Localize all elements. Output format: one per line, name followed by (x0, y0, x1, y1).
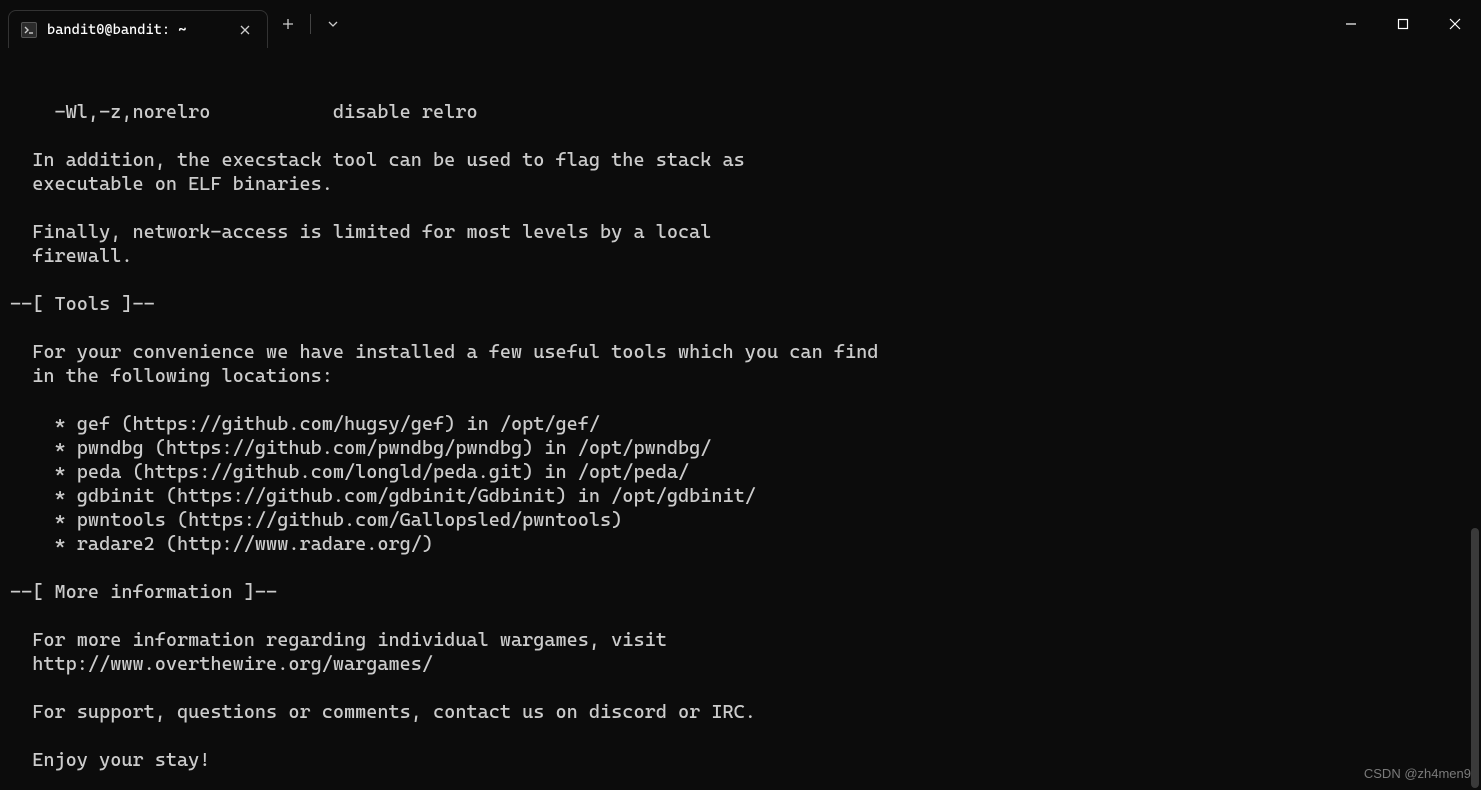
terminal-line: -Wl,-z,norelro disable relro (10, 100, 1471, 124)
new-tab-button[interactable] (268, 5, 308, 43)
terminal-line: * pwntools (https://github.com/Gallopsle… (10, 508, 1471, 532)
terminal-line: firewall. (10, 244, 1471, 268)
terminal-line (10, 124, 1471, 148)
terminal-line: For your convenience we have installed a… (10, 340, 1471, 364)
terminal-line: --[ More information ]-- (10, 580, 1471, 604)
terminal-output[interactable]: -Wl,-z,norelro disable relro In addition… (0, 48, 1481, 790)
terminal-line (10, 724, 1471, 748)
terminal-line (10, 772, 1471, 790)
terminal-line: in the following locations: (10, 364, 1471, 388)
terminal-line (10, 604, 1471, 628)
terminal-line (10, 676, 1471, 700)
terminal-line (10, 316, 1471, 340)
close-window-button[interactable] (1429, 4, 1481, 44)
tab-strip: bandit0@bandit: ~ (0, 0, 353, 48)
window-controls (1325, 0, 1481, 48)
minimize-button[interactable] (1325, 4, 1377, 44)
terminal-line (10, 268, 1471, 292)
terminal-line: * radare2 (http://www.radare.org/) (10, 532, 1471, 556)
tab-dropdown-button[interactable] (313, 5, 353, 43)
terminal-line: Enjoy your stay! (10, 748, 1471, 772)
tab-close-button[interactable] (235, 20, 255, 40)
tab-active[interactable]: bandit0@bandit: ~ (8, 10, 268, 48)
terminal-line: --[ Tools ]-- (10, 292, 1471, 316)
terminal-line (10, 196, 1471, 220)
terminal-line (10, 388, 1471, 412)
maximize-button[interactable] (1377, 4, 1429, 44)
terminal-line: http://www.overthewire.org/wargames/ (10, 652, 1471, 676)
terminal-icon (21, 22, 37, 38)
terminal-line (10, 556, 1471, 580)
terminal-line: * peda (https://github.com/longld/peda.g… (10, 460, 1471, 484)
terminal-line: executable on ELF binaries. (10, 172, 1471, 196)
terminal-line: In addition, the execstack tool can be u… (10, 148, 1471, 172)
tab-title: bandit0@bandit: ~ (47, 22, 225, 38)
terminal-line: For more information regarding individua… (10, 628, 1471, 652)
terminal-line: * gef (https://github.com/hugsy/gef) in … (10, 412, 1471, 436)
terminal-line: For support, questions or comments, cont… (10, 700, 1471, 724)
terminal-line: Finally, network-access is limited for m… (10, 220, 1471, 244)
titlebar: bandit0@bandit: ~ (0, 0, 1481, 48)
scrollbar-thumb[interactable] (1471, 528, 1479, 788)
terminal-line: * pwndbg (https://github.com/pwndbg/pwnd… (10, 436, 1471, 460)
terminal-line: * gdbinit (https://github.com/gdbinit/Gd… (10, 484, 1471, 508)
divider (310, 14, 311, 34)
tab-actions (268, 0, 353, 48)
watermark: CSDN @zh4men9 (1364, 762, 1471, 786)
